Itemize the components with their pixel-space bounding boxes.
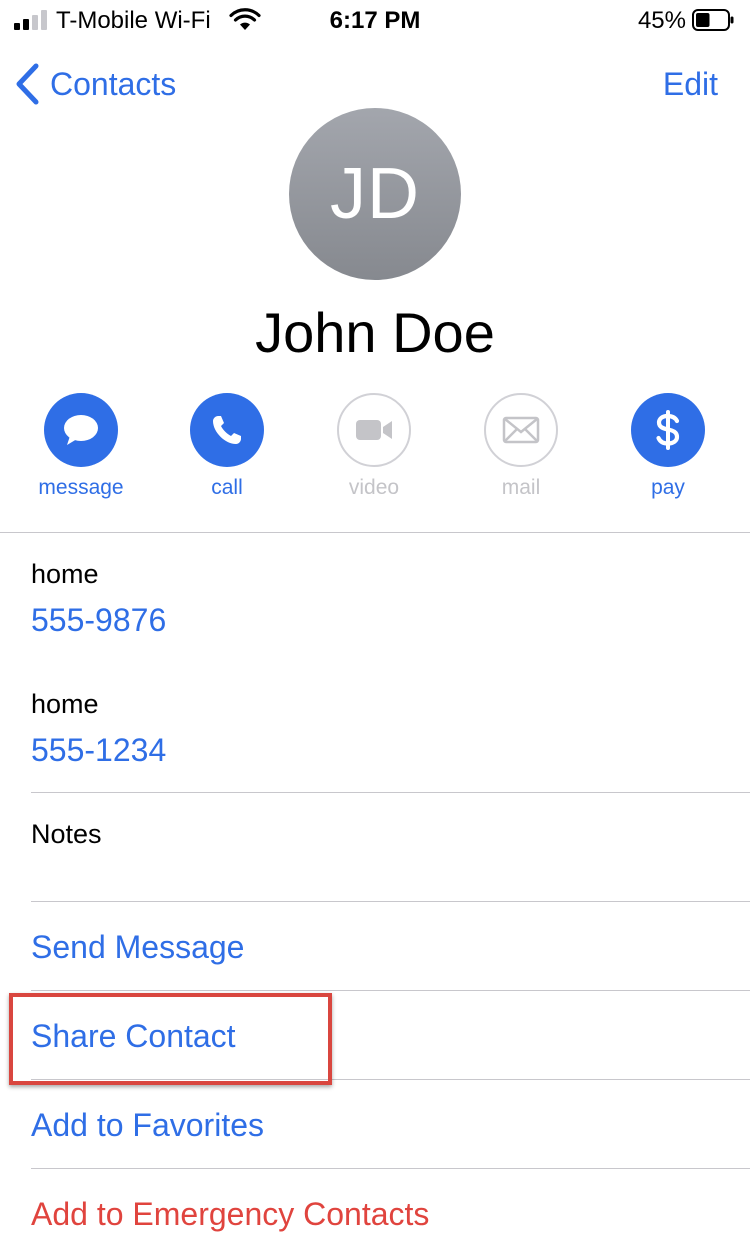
avatar: JD	[289, 108, 461, 280]
divider	[31, 1168, 750, 1169]
highlight-box	[9, 993, 332, 1085]
battery-icon	[692, 9, 734, 31]
phone-label: home	[31, 689, 99, 719]
contact-name: John Doe	[255, 301, 495, 364]
message-action-button[interactable]: message	[21, 393, 141, 501]
divider	[31, 792, 750, 793]
envelope-icon	[484, 393, 558, 467]
back-button[interactable]: Contacts	[14, 62, 176, 106]
dollar-icon	[631, 393, 705, 467]
divider	[0, 532, 750, 533]
message-bubble-icon	[44, 393, 118, 467]
mail-label: mail	[501, 476, 541, 499]
status-bar: T-Mobile Wi-Fi 6:17 PM 45%	[0, 0, 750, 42]
phone-icon	[190, 393, 264, 467]
avatar-initials: JD	[330, 154, 420, 234]
back-label: Contacts	[50, 65, 177, 102]
call-action-button[interactable]: call	[167, 393, 287, 501]
send-message-button[interactable]: Send Message	[31, 927, 244, 967]
nav-bar: Contacts Edit	[0, 52, 750, 116]
pay-label: pay	[651, 476, 685, 499]
phone-number-link[interactable]: 555-1234	[31, 730, 166, 770]
message-label: message	[38, 476, 124, 499]
divider	[31, 901, 750, 902]
video-label: video	[348, 476, 400, 499]
phone-number-link[interactable]: 555-9876	[31, 600, 166, 640]
action-buttons: message call video mail pay	[0, 393, 750, 513]
chevron-left-icon	[16, 63, 39, 105]
video-action-button[interactable]: video	[314, 393, 434, 501]
phone-label: home	[31, 559, 99, 589]
mail-action-button[interactable]: mail	[461, 393, 581, 501]
add-to-favorites-button[interactable]: Add to Favorites	[31, 1105, 264, 1145]
notes-label[interactable]: Notes	[31, 817, 102, 851]
battery-percent: 45%	[637, 7, 686, 34]
call-label: call	[211, 476, 243, 499]
video-camera-icon	[337, 393, 411, 467]
edit-button[interactable]: Edit	[663, 66, 718, 103]
pay-action-button[interactable]: pay	[608, 393, 728, 501]
add-to-emergency-contacts-button[interactable]: Add to Emergency Contacts	[31, 1194, 429, 1234]
divider	[31, 990, 750, 991]
